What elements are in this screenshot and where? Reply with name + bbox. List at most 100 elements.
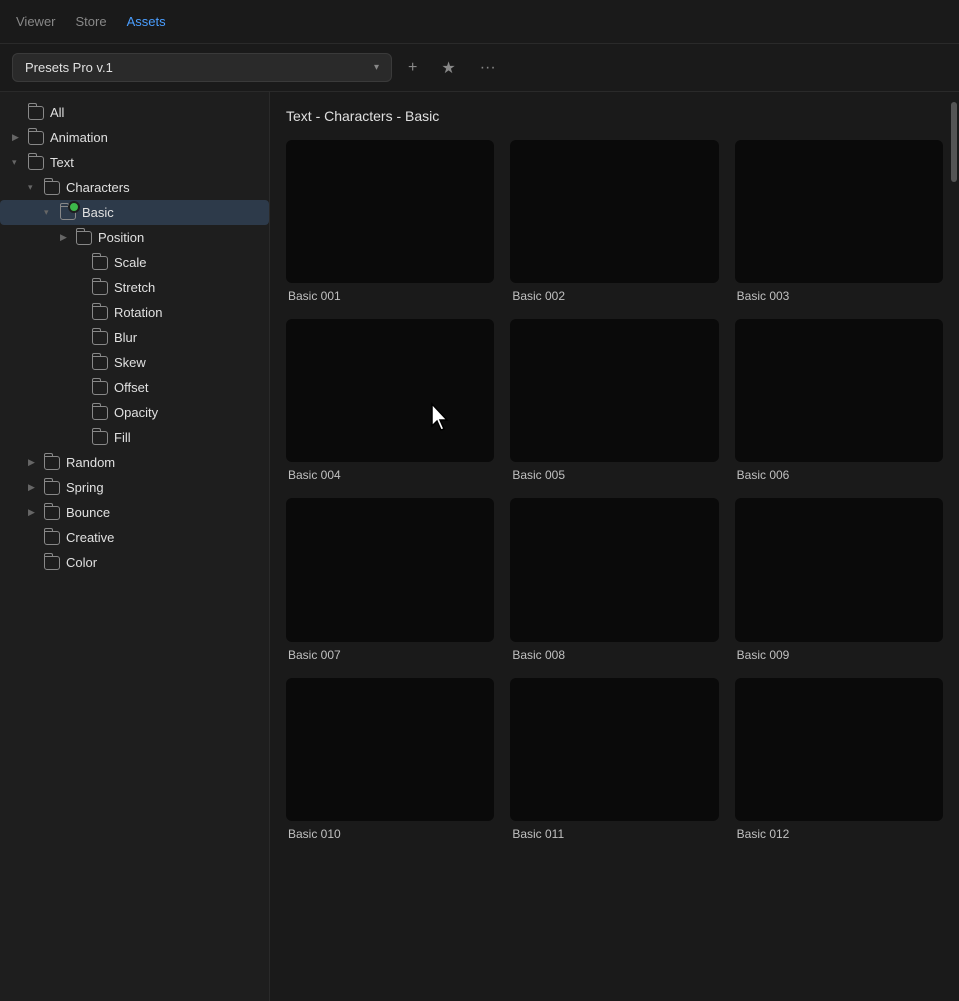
folder-icon-fill [92,431,108,445]
grid-item-basic-007[interactable]: Basic 007 [286,498,494,661]
folder-icon-random [44,456,60,470]
grid-item-basic-008[interactable]: Basic 008 [510,498,718,661]
grid-item-basic-006[interactable]: Basic 006 [735,319,943,482]
sidebar-label-creative: Creative [66,530,114,545]
sidebar-item-color[interactable]: Color [0,550,269,575]
grid-item-label: Basic 005 [510,468,718,482]
scroll-thumb[interactable] [951,102,957,182]
sidebar-label-bounce: Bounce [66,505,110,520]
folder-icon-text [28,156,44,170]
sidebar-label-offset: Offset [114,380,148,395]
grid-item-label: Basic 006 [735,468,943,482]
folder-icon-rotation [92,306,108,320]
grid-thumbnail [735,319,943,462]
sidebar-item-creative[interactable]: Creative [0,525,269,550]
grid-thumbnail [510,140,718,283]
expand-arrow-basic: ▾ [44,207,54,218]
top-navigation: Viewer Store Assets [0,0,959,44]
sidebar-item-spring[interactable]: ▶ Spring [0,475,269,500]
expand-arrow-position: ▶ [60,232,70,243]
sidebar-label-characters: Characters [66,180,130,195]
grid-thumbnail [735,678,943,821]
sidebar-label-basic: Basic [82,205,114,220]
sidebar-label-rotation: Rotation [114,305,162,320]
grid-item-basic-005[interactable]: Basic 005 [510,319,718,482]
expand-arrow-characters: ▾ [28,182,38,193]
sidebar-item-blur[interactable]: Blur [0,325,269,350]
sidebar-item-random[interactable]: ▶ Random [0,450,269,475]
folder-icon-spring [44,481,60,495]
sidebar-item-position[interactable]: ▶ Position [0,225,269,250]
sidebar-label-blur: Blur [114,330,137,345]
sidebar-label-spring: Spring [66,480,104,495]
grid-item-basic-002[interactable]: Basic 002 [510,140,718,303]
grid: Basic 001 Basic 002 Basic 003 Basic 004 Basi… [286,140,943,841]
toolbar: Presets Pro v.1 ▾ + ★ ··· [0,44,959,92]
main-layout: All ▶ Animation ▾ Text ▾ Characters ▾ Ba… [0,92,959,1001]
grid-item-basic-012[interactable]: Basic 012 [735,678,943,841]
add-button[interactable]: + [400,53,425,83]
grid-item-label: Basic 012 [735,827,943,841]
star-button[interactable]: ★ [433,52,463,84]
content-area: Text - Characters - Basic Basic 001Basic… [270,92,959,1001]
expand-arrow-animation: ▶ [12,132,22,143]
folder-icon-blur [92,331,108,345]
expand-arrow-random: ▶ [28,457,38,468]
sidebar-item-basic[interactable]: ▾ Basic [0,200,269,225]
sidebar-label-skew: Skew [114,355,146,370]
grid-item-label: Basic 004 [286,468,494,482]
tab-assets[interactable]: Assets [127,10,166,33]
grid-thumbnail [286,498,494,641]
sidebar-label-all: All [50,105,64,120]
grid-thumbnail [735,498,943,641]
grid-thumbnail [510,498,718,641]
sidebar-label-fill: Fill [114,430,131,445]
sidebar-item-animation[interactable]: ▶ Animation [0,125,269,150]
grid-item-basic-001[interactable]: Basic 001 [286,140,494,303]
sidebar-item-opacity[interactable]: Opacity [0,400,269,425]
grid-thumbnail [286,140,494,283]
grid-thumbnail [286,319,494,462]
folder-icon-offset [92,381,108,395]
sidebar-label-random: Random [66,455,115,470]
folder-icon-skew [92,356,108,370]
expand-arrow-spring: ▶ [28,482,38,493]
expand-arrow-bounce: ▶ [28,507,38,518]
sidebar-item-characters[interactable]: ▾ Characters [0,175,269,200]
sidebar-label-position: Position [98,230,144,245]
sidebar-item-skew[interactable]: Skew [0,350,269,375]
folder-icon-characters [44,181,60,195]
sidebar-item-text[interactable]: ▾ Text [0,150,269,175]
grid-item-label: Basic 007 [286,648,494,662]
preset-dropdown-label: Presets Pro v.1 [25,60,113,75]
sidebar-label-color: Color [66,555,97,570]
grid-item-basic-010[interactable]: Basic 010 [286,678,494,841]
tab-store[interactable]: Store [76,10,107,33]
tab-viewer[interactable]: Viewer [16,10,56,33]
grid-thumbnail [286,678,494,821]
folder-icon-position [76,231,92,245]
chevron-down-icon: ▾ [374,62,379,73]
sidebar-item-scale[interactable]: Scale [0,250,269,275]
folder-icon-opacity [92,406,108,420]
more-button[interactable]: ··· [472,53,504,83]
sidebar-item-bounce[interactable]: ▶ Bounce [0,500,269,525]
sidebar-item-offset[interactable]: Offset [0,375,269,400]
sidebar-item-fill[interactable]: Fill [0,425,269,450]
grid-item-basic-003[interactable]: Basic 003 [735,140,943,303]
grid-item-label: Basic 002 [510,289,718,303]
sidebar-item-rotation[interactable]: Rotation [0,300,269,325]
breadcrumb: Text - Characters - Basic [286,108,943,124]
folder-icon-color [44,556,60,570]
sidebar-item-stretch[interactable]: Stretch [0,275,269,300]
folder-icon-scale [92,256,108,270]
preset-dropdown[interactable]: Presets Pro v.1 ▾ [12,53,392,82]
grid-item-basic-009[interactable]: Basic 009 [735,498,943,661]
grid-item-label: Basic 003 [735,289,943,303]
sidebar: All ▶ Animation ▾ Text ▾ Characters ▾ Ba… [0,92,270,1001]
sidebar-label-text: Text [50,155,74,170]
grid-thumbnail [510,319,718,462]
grid-item-basic-004[interactable]: Basic 004 [286,319,494,482]
sidebar-item-all[interactable]: All [0,100,269,125]
grid-item-basic-011[interactable]: Basic 011 [510,678,718,841]
